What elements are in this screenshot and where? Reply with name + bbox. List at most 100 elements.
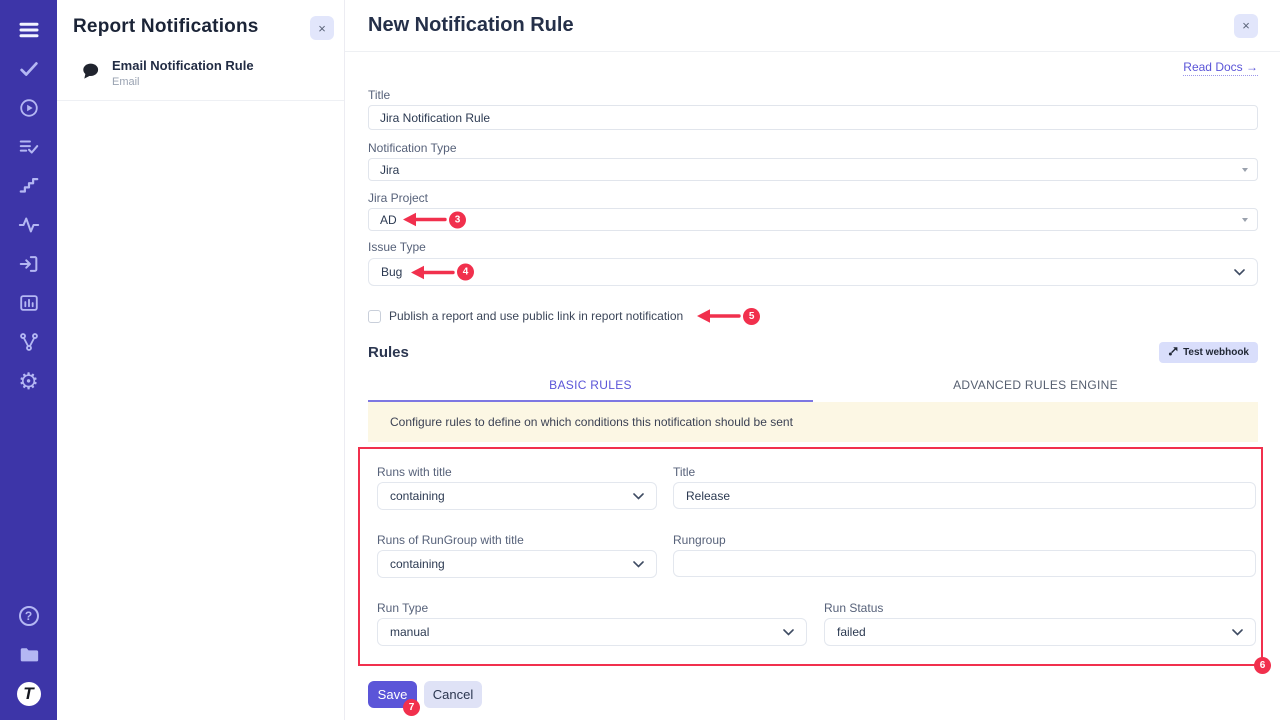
rungroup-with-title-select[interactable]: containing: [377, 550, 657, 578]
steps-icon[interactable]: [17, 174, 41, 198]
rules-tabs: BASIC RULES ADVANCED RULES ENGINE: [368, 371, 1258, 402]
title-input[interactable]: [368, 105, 1258, 130]
rungroup-label: Rungroup: [673, 533, 1256, 547]
cancel-button-label: Cancel: [433, 687, 473, 702]
rule-row-2: Runs of RunGroup with title containing R…: [377, 533, 1256, 578]
rungroup-with-title-label: Runs of RunGroup with title: [377, 533, 657, 547]
speech-bubble-icon: [80, 61, 101, 86]
jira-project-group: Jira Project AD 3: [368, 191, 1258, 231]
annotation-badge-6: 6: [1254, 657, 1271, 674]
dropdown-triangle-icon: [1242, 218, 1248, 222]
app-window: ⚙ ? T Report Notifications × Email Notif…: [0, 0, 1280, 720]
save-button[interactable]: Save 7: [368, 681, 417, 708]
run-status-group: Run Status failed: [824, 601, 1256, 646]
list-item-subtitle: Email: [112, 76, 254, 88]
annotation-arrow-3: 3: [401, 211, 466, 228]
main-header: New Notification Rule ×: [345, 0, 1280, 52]
run-title-input[interactable]: [673, 482, 1256, 509]
activity-icon[interactable]: [17, 213, 41, 237]
cancel-button[interactable]: Cancel: [424, 681, 482, 708]
run-status-label: Run Status: [824, 601, 1256, 615]
rail-bottom: ? T: [17, 604, 41, 720]
branch-icon[interactable]: [17, 330, 41, 354]
run-type-group: Run Type manual: [377, 601, 807, 646]
enter-icon[interactable]: [17, 252, 41, 276]
rungroup-with-title-value: containing: [390, 557, 445, 571]
publish-checkbox[interactable]: [368, 310, 381, 323]
rule-row-3: Run Type manual Run Status failed: [377, 601, 1256, 646]
help-icon[interactable]: ?: [17, 604, 41, 628]
form-buttons-row: Save 7 Cancel: [368, 681, 1258, 720]
run-status-select[interactable]: failed: [824, 618, 1256, 646]
rungroup-input[interactable]: [673, 550, 1256, 577]
annotation-arrow-4: 4: [409, 264, 474, 281]
list-item-text: Email Notification Rule Email: [112, 58, 254, 88]
panel-title: Report Notifications: [73, 16, 259, 38]
jira-project-label: Jira Project: [368, 191, 1258, 205]
read-docs-row: Read Docs →: [368, 60, 1258, 76]
run-status-value: failed: [837, 625, 866, 639]
issue-type-value: Bug: [381, 265, 402, 279]
run-title-group: Title: [673, 465, 1256, 510]
notification-type-value: Jira: [380, 163, 399, 177]
runs-with-title-select[interactable]: containing: [377, 482, 657, 510]
annotation-badge-4: 4: [457, 264, 474, 281]
publish-checkbox-label: Publish a report and use public link in …: [389, 309, 683, 323]
webhook-icon: [1168, 346, 1178, 359]
notification-type-select[interactable]: Jira: [368, 158, 1258, 181]
annotation-badge-7: 7: [403, 699, 420, 716]
rungroup-with-title-group: Runs of RunGroup with title containing: [377, 533, 657, 578]
new-notification-rule-panel: New Notification Rule × Read Docs → Titl…: [345, 0, 1280, 720]
test-webhook-button[interactable]: Test webhook: [1159, 342, 1258, 363]
icon-rail: ⚙ ? T: [0, 0, 57, 720]
test-webhook-label: Test webhook: [1183, 347, 1249, 358]
gear-icon[interactable]: ⚙: [17, 369, 41, 393]
list-item[interactable]: Email Notification Rule Email: [57, 48, 344, 101]
title-field-group: Title: [368, 88, 1258, 130]
list-check-icon[interactable]: [17, 135, 41, 159]
run-type-select[interactable]: manual: [377, 618, 807, 646]
folder-icon[interactable]: [17, 643, 41, 667]
rule-row-1: Runs with title containing Title: [377, 465, 1256, 510]
main-close-icon[interactable]: ×: [1234, 14, 1258, 38]
jira-project-select[interactable]: AD 3: [368, 208, 1258, 231]
issue-type-label: Issue Type: [368, 240, 1258, 254]
title-label: Title: [368, 88, 1258, 102]
bar-chart-icon[interactable]: [17, 291, 41, 315]
runs-with-title-value: containing: [390, 489, 445, 503]
check-icon[interactable]: [17, 57, 41, 81]
main-content: Read Docs → Title Notification Type Jira…: [345, 60, 1280, 720]
run-type-label: Run Type: [377, 601, 807, 615]
save-button-label: Save: [378, 687, 408, 702]
panel-header: Report Notifications ×: [57, 0, 344, 48]
chevron-down-icon: [1232, 625, 1243, 639]
annotation-arrow-5: 5: [695, 308, 760, 325]
issue-type-select[interactable]: Bug 4: [368, 258, 1258, 286]
menu-icon[interactable]: [17, 18, 41, 42]
list-item-title: Email Notification Rule: [112, 58, 254, 73]
dropdown-triangle-icon: [1242, 168, 1248, 172]
annotation-badge-3: 3: [449, 211, 466, 228]
notification-type-group: Notification Type Jira: [368, 141, 1258, 181]
panel-close-icon[interactable]: ×: [310, 16, 334, 40]
notification-type-label: Notification Type: [368, 141, 1258, 155]
publish-checkbox-row: Publish a report and use public link in …: [368, 309, 1258, 323]
jira-project-value: AD: [380, 213, 397, 227]
chevron-down-icon: [1234, 265, 1245, 279]
runs-with-title-label: Runs with title: [377, 465, 657, 479]
rules-annotation-box: Runs with title containing Title Runs of…: [358, 447, 1263, 666]
tab-advanced-rules-engine[interactable]: ADVANCED RULES ENGINE: [813, 371, 1258, 402]
tab-basic-rules[interactable]: BASIC RULES: [368, 371, 813, 402]
logo-t[interactable]: T: [17, 682, 41, 706]
annotation-badge-5: 5: [743, 308, 760, 325]
issue-type-group: Issue Type Bug 4: [368, 240, 1258, 286]
page-title: New Notification Rule: [368, 14, 574, 37]
chevron-down-icon: [783, 625, 794, 639]
rules-heading: Rules: [368, 344, 409, 361]
run-type-value: manual: [390, 625, 429, 639]
play-circle-icon[interactable]: [17, 96, 41, 120]
chevron-down-icon: [633, 489, 644, 503]
runs-with-title-group: Runs with title containing: [377, 465, 657, 510]
run-title-label: Title: [673, 465, 1256, 479]
read-docs-link[interactable]: Read Docs →: [1183, 60, 1258, 76]
